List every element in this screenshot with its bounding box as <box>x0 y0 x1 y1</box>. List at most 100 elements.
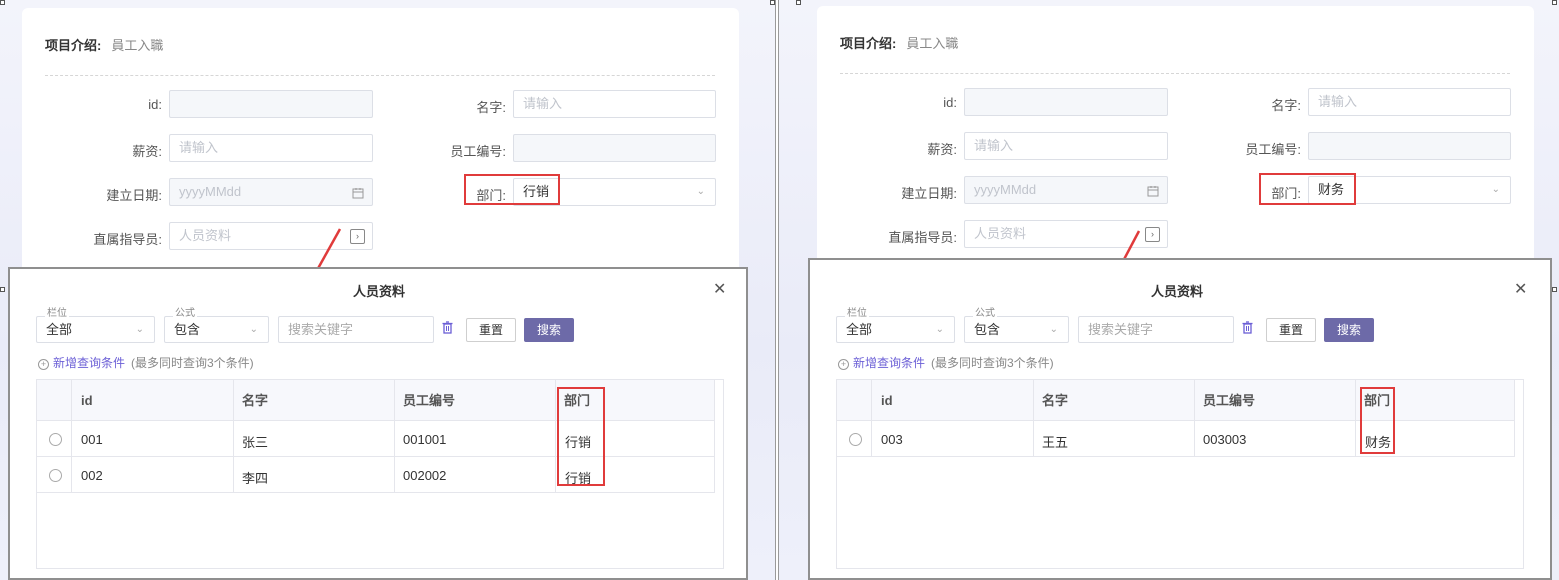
table-row[interactable]: 003 王五 003003 财务 <box>837 421 1515 457</box>
people-dialog: 人员资料 ✕ 栏位 全部 ⌄ 公式 包含 ⌄ 搜索关键字 重置 搜索 + 新增查询… <box>8 267 748 580</box>
cell-name: 李四 <box>242 471 269 486</box>
column-header-empno[interactable]: 员工编号 <box>403 380 455 421</box>
project-label: 项目介绍: <box>840 36 897 51</box>
table-header <box>37 380 715 421</box>
screenshot-panel-left: 项目介绍: 員工入職 id: 名字: 请输入 薪资: 请输入 员工编号: 建立日期… <box>0 0 776 580</box>
chevron-down-icon: ⌄ <box>1491 184 1500 195</box>
table-header <box>837 380 1515 421</box>
chevron-down-icon: ⌄ <box>249 324 258 335</box>
mentor-placeholder: 人员资料 <box>974 226 1027 241</box>
field-legend: 栏位 <box>845 308 869 320</box>
name-field[interactable]: 请输入 <box>1308 88 1511 116</box>
field-select[interactable]: 栏位 全部 ⌄ <box>36 308 155 343</box>
date-label: 建立日期: <box>106 188 162 203</box>
salary-field[interactable]: 请输入 <box>169 134 373 162</box>
mentor-label: 直属指导员: <box>888 230 957 245</box>
chevron-down-icon: ⌄ <box>696 186 705 197</box>
mentor-placeholder: 人员资料 <box>179 228 232 243</box>
id-field[interactable] <box>964 88 1168 116</box>
search-button[interactable]: 搜索 <box>524 318 574 342</box>
column-header-id[interactable]: id <box>81 380 93 421</box>
cell-dept: 行销 <box>565 471 592 486</box>
plus-circle-icon: + <box>838 359 849 370</box>
dept-value: 行销 <box>523 184 550 199</box>
name-field[interactable]: 请输入 <box>513 90 716 118</box>
lookup-icon[interactable]: › <box>350 229 365 244</box>
people-table: id 名字 员工编号 部门 003 王五 003003 财务 <box>836 379 1524 569</box>
radio-icon[interactable] <box>49 469 62 482</box>
people-table: id 名字 员工编号 部门 001 张三 001001 行销 002 李四 00… <box>36 379 724 569</box>
mentor-label: 直属指导员: <box>93 232 162 247</box>
radio-icon[interactable] <box>49 433 62 446</box>
column-header-name[interactable]: 名字 <box>242 380 268 421</box>
name-label: 名字: <box>476 100 506 115</box>
plus-circle-icon: + <box>38 359 49 370</box>
calendar-icon[interactable] <box>1147 177 1159 203</box>
trash-icon[interactable] <box>442 321 453 337</box>
operator-select[interactable]: 公式 包含 ⌄ <box>164 308 269 343</box>
add-condition[interactable]: + 新增查询条件 (最多同时查询3个条件) <box>38 354 254 371</box>
radio-icon[interactable] <box>849 433 862 446</box>
cell-dept: 行销 <box>565 435 592 450</box>
corner-handle <box>770 0 775 5</box>
cell-empno: 001001 <box>403 432 447 447</box>
empno-label: 员工编号: <box>1245 142 1301 157</box>
field-value: 全部 <box>46 322 73 337</box>
operator-select[interactable]: 公式 包含 ⌄ <box>964 308 1069 343</box>
reset-button[interactable]: 重置 <box>466 318 516 342</box>
operator-value: 包含 <box>974 322 1001 337</box>
empno-field[interactable] <box>1308 132 1511 160</box>
close-icon[interactable]: ✕ <box>713 279 726 299</box>
reset-button[interactable]: 重置 <box>1266 318 1316 342</box>
people-dialog: 人员资料 ✕ 栏位 全部 ⌄ 公式 包含 ⌄ 搜索关键字 重置 搜索 + 新增查询… <box>808 258 1552 580</box>
dept-select[interactable]: 财务 ⌄ <box>1308 176 1511 204</box>
chevron-down-icon: ⌄ <box>935 324 944 335</box>
dept-label: 部门: <box>1271 186 1301 201</box>
table-row[interactable]: 001 张三 001001 行销 <box>37 421 715 457</box>
lookup-icon[interactable]: › <box>1145 227 1160 242</box>
add-condition-label: 新增查询条件 <box>53 356 126 370</box>
cell-dept: 财务 <box>1365 435 1392 450</box>
dialog-title: 人员资料 <box>1151 284 1204 299</box>
project-value: 員工入職 <box>111 38 164 53</box>
keyword-input[interactable]: 搜索关键字 <box>278 316 434 343</box>
field-select[interactable]: 栏位 全部 ⌄ <box>836 308 955 343</box>
project-title: 项目介绍: 員工入職 <box>840 33 958 52</box>
add-condition-label: 新增查询条件 <box>853 356 926 370</box>
operator-legend: 公式 <box>173 308 197 320</box>
cell-empno: 002002 <box>403 468 447 483</box>
add-condition-hint: (最多同时查询3个条件) <box>131 356 254 370</box>
panel-divider <box>778 0 779 580</box>
calendar-icon[interactable] <box>352 179 364 205</box>
dept-select[interactable]: 行销 ⌄ <box>513 178 716 206</box>
trash-icon[interactable] <box>1242 321 1253 337</box>
operator-value: 包含 <box>174 322 201 337</box>
column-header-dept[interactable]: 部门 <box>1364 380 1390 421</box>
date-field[interactable]: yyyyMMdd <box>964 176 1168 204</box>
dept-label: 部门: <box>476 188 506 203</box>
empno-field[interactable] <box>513 134 716 162</box>
salary-label: 薪资: <box>132 144 162 159</box>
add-condition[interactable]: + 新增查询条件 (最多同时查询3个条件) <box>838 354 1054 371</box>
add-condition-hint: (最多同时查询3个条件) <box>931 356 1054 370</box>
form-card: 项目介绍: 員工入職 id: 名字: 请输入 薪资: 请输入 员工编号: 建立日期… <box>817 6 1534 268</box>
chevron-down-icon: ⌄ <box>135 324 144 335</box>
search-button[interactable]: 搜索 <box>1324 318 1374 342</box>
form-card: 项目介绍: 員工入職 id: 名字: 请输入 薪资: 请输入 员工编号: 建立日期… <box>22 8 739 278</box>
column-header-id[interactable]: id <box>881 380 893 421</box>
salary-label: 薪资: <box>927 142 957 157</box>
table-row[interactable]: 002 李四 002002 行销 <box>37 457 715 493</box>
field-legend: 栏位 <box>45 308 69 320</box>
chevron-down-icon: ⌄ <box>1049 324 1058 335</box>
screenshot-panel-right: 项目介绍: 員工入職 id: 名字: 请输入 薪资: 请输入 员工编号: 建立日期… <box>778 0 1559 580</box>
salary-field[interactable]: 请输入 <box>964 132 1168 160</box>
column-header-name[interactable]: 名字 <box>1042 380 1068 421</box>
project-title: 项目介绍: 員工入職 <box>45 35 163 54</box>
column-header-dept[interactable]: 部门 <box>564 380 590 421</box>
date-placeholder: yyyyMMdd <box>179 184 242 199</box>
keyword-input[interactable]: 搜索关键字 <box>1078 316 1234 343</box>
column-header-empno[interactable]: 员工编号 <box>1203 380 1255 421</box>
date-field[interactable]: yyyyMMdd <box>169 178 373 206</box>
close-icon[interactable]: ✕ <box>1514 279 1527 299</box>
id-field[interactable] <box>169 90 373 118</box>
